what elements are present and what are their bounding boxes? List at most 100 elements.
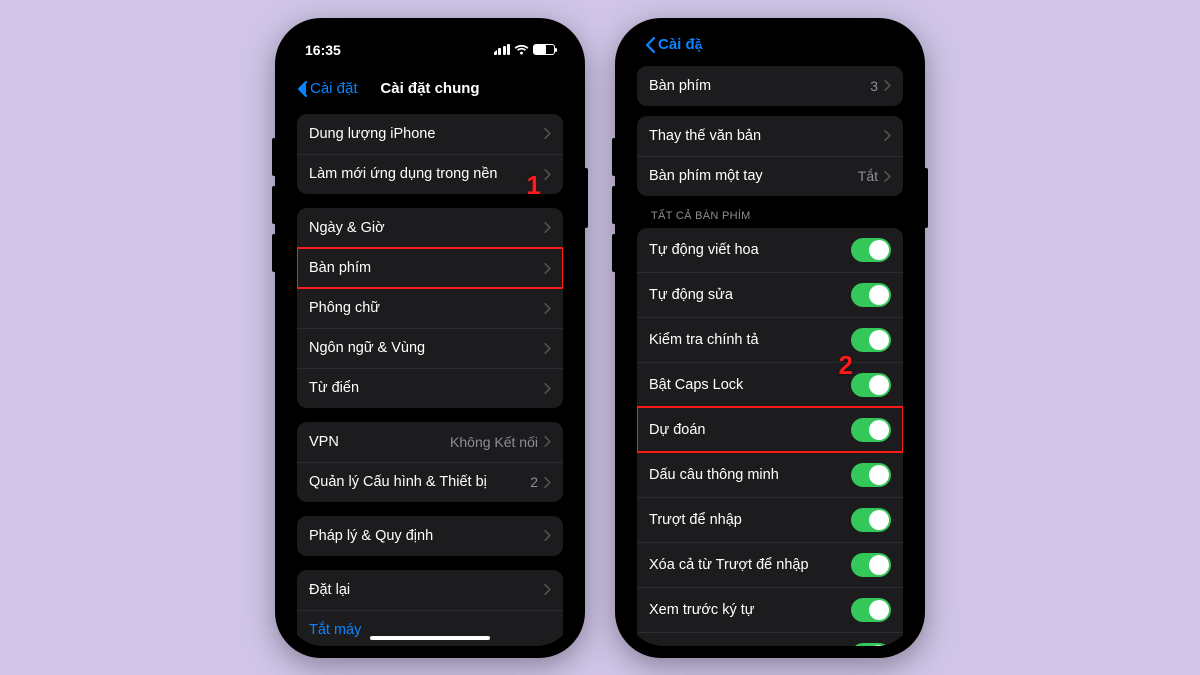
settings-row[interactable]: Xóa cả từ Trượt để nhập — [637, 542, 903, 587]
row-value — [544, 303, 551, 314]
row-label: VPN — [309, 434, 339, 450]
row-label: Dấu câu thông minh — [649, 467, 779, 483]
row-label: Thay thế văn bản — [649, 128, 761, 144]
settings-row[interactable]: Phông chữ — [297, 288, 563, 328]
settings-group: Bàn phím 3 — [637, 66, 903, 106]
row-value — [544, 530, 551, 541]
settings-group: Dung lượng iPhone Làm mới ứng dụng trong… — [297, 114, 563, 194]
row-value: 3 — [870, 78, 891, 94]
notch — [360, 30, 500, 56]
row-label: Đặt lại — [309, 582, 350, 598]
row-label: Bàn phím một tay — [649, 168, 763, 184]
row-label: Tự động viết hoa — [649, 242, 759, 258]
settings-row[interactable]: Bàn phím 3 — [637, 66, 903, 106]
row-label: Bàn phím — [649, 78, 711, 94]
chevron-right-icon — [544, 263, 551, 274]
toggle-switch[interactable] — [851, 418, 891, 442]
settings-row[interactable]: VPNKhông Kết nối — [297, 422, 563, 462]
row-label: Dung lượng iPhone — [309, 126, 435, 142]
row-value — [544, 222, 551, 233]
battery-icon — [533, 44, 555, 55]
settings-row[interactable]: Dấu câu thông minh — [637, 452, 903, 497]
row-label: Xóa cả từ Trượt để nhập — [649, 557, 809, 573]
row-label: Xem trước ký tự — [649, 602, 754, 618]
callout-1: 1 — [527, 170, 541, 201]
settings-group: Đặt lại Tắt máy — [297, 570, 563, 646]
settings-row[interactable]: Kiểm tra chính tả — [637, 317, 903, 362]
row-value: 2 — [530, 474, 551, 490]
row-label: Tự động sửa — [649, 287, 733, 303]
settings-group: Pháp lý & Quy định — [297, 516, 563, 556]
settings-row[interactable]: Bật Caps Lock — [637, 362, 903, 407]
settings-row[interactable]: Tự động sửa — [637, 272, 903, 317]
row-label: Ngôn ngữ & Vùng — [309, 340, 425, 356]
settings-row[interactable]: Dự đoán — [637, 407, 903, 452]
chevron-left-icon — [645, 37, 656, 53]
row-label: Pháp lý & Quy định — [309, 528, 433, 544]
page-title: Cài đặt chung — [380, 80, 479, 97]
toggle-switch[interactable] — [851, 553, 891, 577]
row-value — [544, 383, 551, 394]
row-label: Kiểm tra chính tả — [649, 332, 759, 348]
back-label: Cài đặt — [310, 80, 358, 97]
section-header: TẤT CẢ BÀN PHÍM — [637, 196, 903, 226]
row-value — [544, 343, 551, 354]
phone-mockup-1: 16:35 Cài đặt Cài đặt chung Dung lượng i… — [275, 18, 585, 658]
settings-row[interactable]: Làm mới ứng dụng trong nền — [297, 154, 563, 194]
chevron-right-icon — [544, 343, 551, 354]
chevron-right-icon — [544, 169, 551, 180]
toggles-group: Tự động viết hoa Tự động sửa Kiểm tra chín… — [637, 228, 903, 646]
row-label: Ngày & Giờ — [309, 220, 385, 236]
settings-row[interactable]: Dung lượng iPhone — [297, 114, 563, 154]
row-label: Bật Caps Lock — [649, 377, 743, 393]
row-label: Dự đoán — [649, 422, 705, 438]
toggle-switch[interactable] — [851, 328, 891, 352]
home-indicator[interactable] — [370, 636, 490, 640]
keyboard-settings-content: Bàn phím 3 Thay thế văn bản Bàn phím một … — [627, 60, 913, 646]
chevron-left-icon — [297, 81, 308, 97]
settings-row[interactable]: Tắt máy — [297, 610, 563, 646]
settings-row[interactable]: Bàn phím — [297, 248, 563, 288]
row-value — [544, 128, 551, 139]
settings-row[interactable]: Phím tắt "." — [637, 632, 903, 646]
clock: 16:35 — [305, 42, 341, 58]
row-value — [544, 263, 551, 274]
settings-row[interactable]: Ngôn ngữ & Vùng — [297, 328, 563, 368]
settings-row[interactable]: Ngày & Giờ — [297, 208, 563, 248]
wifi-icon — [514, 44, 529, 55]
chevron-right-icon — [544, 530, 551, 541]
toggle-switch[interactable] — [851, 508, 891, 532]
toggle-switch[interactable] — [851, 463, 891, 487]
settings-row[interactable]: Đặt lại — [297, 570, 563, 610]
settings-row[interactable]: Tự động viết hoa — [637, 228, 903, 272]
settings-row[interactable]: Bàn phím một tayTắt — [637, 156, 903, 196]
chevron-right-icon — [544, 477, 551, 488]
settings-row[interactable]: Thay thế văn bản — [637, 116, 903, 156]
settings-group: Thay thế văn bản Bàn phím một tayTắt — [637, 116, 903, 196]
toggle-switch[interactable] — [851, 598, 891, 622]
toggle-switch[interactable] — [851, 283, 891, 307]
toggle-switch[interactable] — [851, 373, 891, 397]
settings-row[interactable]: Từ điển — [297, 368, 563, 408]
phone-mockup-2: Cài đặt ch Bàn phím3 Thay thế văn bản Bà… — [615, 18, 925, 658]
toggle-switch[interactable] — [851, 238, 891, 262]
row-label: Tắt máy — [309, 622, 361, 638]
back-button[interactable]: Cài đặt — [297, 80, 358, 97]
chevron-right-icon — [544, 584, 551, 595]
settings-row[interactable]: Trượt để nhập — [637, 497, 903, 542]
settings-row[interactable]: Xem trước ký tự — [637, 587, 903, 632]
chevron-right-icon — [544, 128, 551, 139]
chevron-right-icon — [884, 171, 891, 182]
settings-group: Ngày & Giờ Bàn phím Phông chữ Ngôn ngữ &… — [297, 208, 563, 408]
settings-row[interactable]: Quản lý Cấu hình & Thiết bị2 — [297, 462, 563, 502]
chevron-right-icon — [544, 303, 551, 314]
notch — [700, 30, 840, 56]
nav-bar: Cài đặt Cài đặt chung — [287, 70, 573, 108]
row-label: Trượt để nhập — [649, 512, 742, 528]
row-label: Bàn phím — [309, 260, 371, 276]
callout-2: 2 — [839, 350, 853, 381]
row-label: Phông chữ — [309, 300, 380, 316]
settings-row[interactable]: Pháp lý & Quy định — [297, 516, 563, 556]
toggle-switch[interactable] — [851, 643, 891, 646]
row-value — [544, 584, 551, 595]
